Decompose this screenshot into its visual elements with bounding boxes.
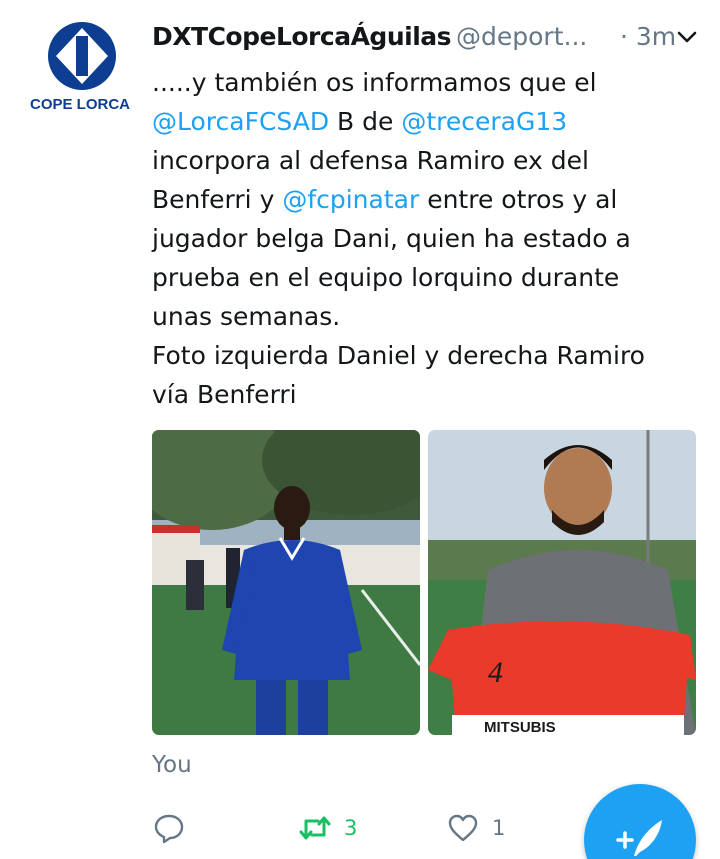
tweet-text-segment: .....y también os informamos que el <box>152 68 597 97</box>
reply-button[interactable] <box>152 806 198 850</box>
tweet-text-line: unas semanas. <box>152 297 708 336</box>
tweet-text-segment: jugador belga Dani, quien ha estado a <box>152 224 631 253</box>
tweet-text-segment: prueba en el equipo lorquino durante <box>152 263 620 292</box>
retweet-button[interactable]: 3 <box>298 806 357 850</box>
tweet-text-line: incorpora al defensa Ramiro ex del <box>152 141 708 180</box>
tweet-text-segment: B de <box>329 107 402 136</box>
tweet-header: DXTCopeLorcaÁguilas @deport... · 3m <box>152 22 700 56</box>
cope-lorca-logo-icon: COPE LORCA <box>30 16 134 120</box>
tweet-text-line: jugador belga Dani, quien ha estado a <box>152 219 708 258</box>
photo-daniel[interactable] <box>152 430 420 735</box>
tweet-text-segment: Foto izquierda Daniel y derecha Ramiro <box>152 341 645 370</box>
jersey-number: 4 <box>488 656 503 689</box>
tweet-text-line: .....y también os informamos que el <box>152 63 708 102</box>
tweet-text-line: Benferri y @fcpinatar entre otros y al <box>152 180 708 219</box>
tweet-actions: 3 1 <box>152 806 572 850</box>
reply-icon <box>152 811 186 845</box>
author-handle[interactable]: @deport... <box>456 22 602 51</box>
heart-icon <box>446 811 480 845</box>
mention-link[interactable]: @LorcaFCSAD <box>152 107 329 136</box>
mention-link[interactable]: @treceraG13 <box>401 107 567 136</box>
chevron-down-icon[interactable] <box>674 24 700 50</box>
photo-ramiro[interactable]: 4 MITSUBIS <box>428 430 696 735</box>
tweet-text-line: prueba en el equipo lorquino durante <box>152 258 708 297</box>
tweet-text-segment: entre otros y al <box>419 185 618 214</box>
compose-tweet-icon <box>616 820 662 856</box>
mention-link[interactable]: @fcpinatar <box>282 185 419 214</box>
retweet-icon <box>298 811 332 845</box>
tweet-text-segment: unas semanas. <box>152 302 341 331</box>
avatar[interactable]: COPE LORCA <box>30 16 134 120</box>
compose-tweet-button[interactable] <box>584 784 696 859</box>
jersey-sponsor: MITSUBIS <box>484 719 556 735</box>
tweet-text-line: vía Benferri <box>152 375 708 414</box>
attribution[interactable]: You <box>152 752 192 778</box>
tweet-text: .....y también os informamos que el @Lorc… <box>152 63 708 414</box>
tweet-text-line: Foto izquierda Daniel y derecha Ramiro <box>152 336 708 375</box>
author-display-name[interactable]: DXTCopeLorcaÁguilas <box>152 22 452 51</box>
tweet-time: · 3m <box>620 22 677 51</box>
retweet-count: 3 <box>344 816 358 840</box>
tweet-text-line: @LorcaFCSAD B de @treceraG13 <box>152 102 708 141</box>
like-count: 1 <box>492 816 506 840</box>
like-button[interactable]: 1 <box>446 806 505 850</box>
avatar-logo-text: COPE LORCA <box>30 96 130 113</box>
tweet-text-segment: vía Benferri <box>152 380 297 409</box>
tweet-text-segment: incorpora al defensa Ramiro ex del <box>152 146 589 175</box>
tweet-text-segment: Benferri y <box>152 185 283 214</box>
